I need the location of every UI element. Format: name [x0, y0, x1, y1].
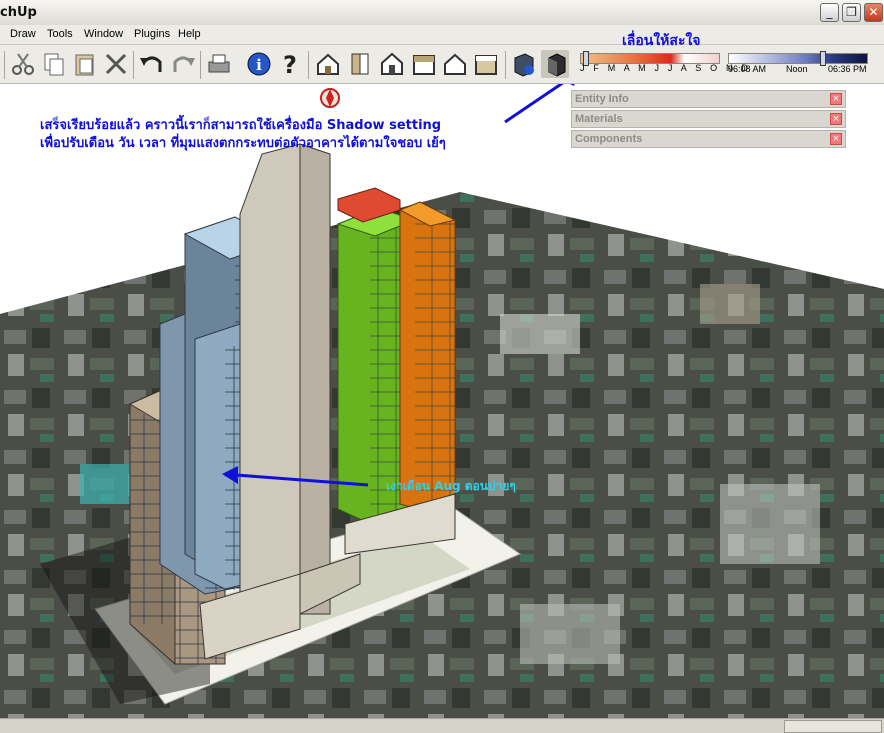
tray-title: Entity Info	[575, 93, 629, 105]
erase-icon[interactable]	[102, 50, 130, 78]
shadow-settings-icon[interactable]	[510, 50, 538, 78]
toolbar-separator	[133, 51, 134, 79]
menu-bar: Draw Tools Window Plugins Help	[0, 25, 884, 45]
menu-tools[interactable]: Tools	[47, 28, 73, 40]
time-slider[interactable]	[728, 53, 868, 64]
top-view-icon[interactable]	[346, 50, 374, 78]
tray-close-button[interactable]: ×	[830, 93, 842, 105]
copy-icon[interactable]	[40, 50, 68, 78]
tray-materials[interactable]: Materials ×	[571, 110, 846, 128]
info-icon[interactable]: i	[245, 50, 273, 78]
menu-help[interactable]: Help	[178, 28, 201, 40]
menu-plugins[interactable]: Plugins	[134, 28, 170, 40]
drawing-viewport[interactable]: Entity Info × Materials × Components × เ…	[0, 84, 884, 718]
model-scene	[0, 84, 884, 718]
tray-title: Components	[575, 133, 643, 145]
help-icon[interactable]: ?	[276, 50, 304, 78]
menu-draw[interactable]: Draw	[10, 28, 36, 40]
toolbar-separator	[308, 51, 309, 79]
annotation-drag-note: เลื่อนให้สะใจ	[622, 33, 701, 49]
tray-title: Materials	[575, 113, 623, 125]
tray-close-button[interactable]: ×	[830, 133, 842, 145]
front-view-icon[interactable]	[378, 50, 406, 78]
toolbar-separator	[505, 51, 506, 79]
left-view-icon[interactable]	[472, 50, 500, 78]
annotation-shadow-note: เงาเดือน Aug ตอนบ่ายๆ	[386, 479, 516, 493]
time-noon-label: Noon	[786, 64, 808, 74]
shadow-toggle-icon[interactable]	[541, 50, 569, 78]
title-bar: chUp _ ❐ ✕	[0, 0, 884, 26]
menu-window[interactable]: Window	[84, 28, 123, 40]
paste-icon[interactable]	[71, 50, 99, 78]
compass-icon	[320, 88, 340, 108]
tray-components[interactable]: Components ×	[571, 130, 846, 148]
undo-icon[interactable]	[138, 50, 166, 78]
annotation-line-2: เพื่อปรับเดือน วัน เวลา ที่มุมแสงตกกระทบ…	[40, 136, 446, 151]
time-slider-thumb[interactable]	[820, 51, 826, 66]
restore-button[interactable]: ❐	[842, 3, 861, 22]
minimize-button[interactable]: _	[820, 3, 839, 22]
toolbar-separator	[200, 51, 201, 79]
month-labels: J F M A M J J A S O N D	[580, 63, 752, 73]
tray-entity-info[interactable]: Entity Info ×	[571, 90, 846, 108]
redo-icon[interactable]	[169, 50, 197, 78]
time-end-label: 06:36 PM	[828, 64, 867, 74]
back-view-icon[interactable]	[441, 50, 469, 78]
iso-view-icon[interactable]	[314, 50, 342, 78]
measurements-box[interactable]	[784, 720, 882, 733]
svg-text:?: ?	[283, 51, 297, 78]
toolbar-separator	[4, 51, 5, 79]
tray-close-button[interactable]: ×	[830, 113, 842, 125]
status-bar	[0, 718, 884, 733]
close-button[interactable]: ✕	[864, 3, 883, 22]
time-start-label: 06:08 AM	[728, 64, 767, 74]
print-icon[interactable]	[205, 50, 233, 78]
scissors-icon[interactable]	[9, 50, 37, 78]
right-view-icon[interactable]	[410, 50, 438, 78]
svg-text:i: i	[256, 56, 262, 74]
window-title: chUp	[0, 5, 37, 20]
